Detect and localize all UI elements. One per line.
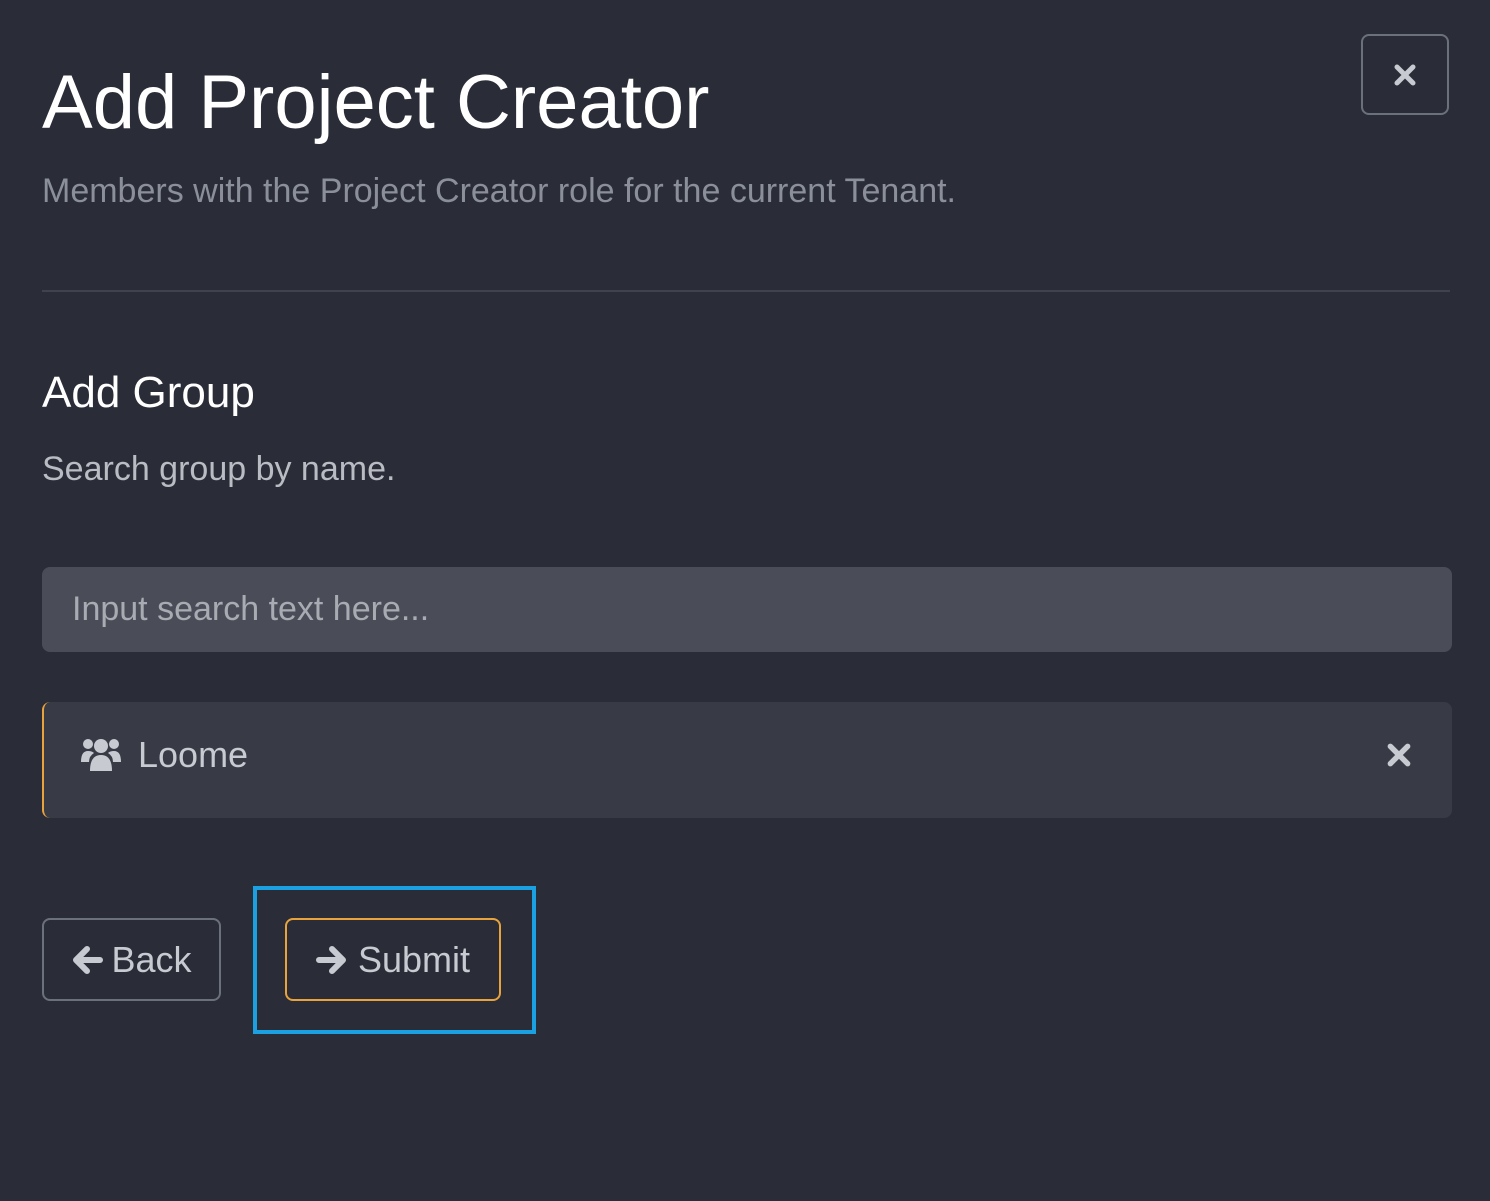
section-hint: Search group by name.	[42, 450, 396, 488]
remove-group-button[interactable]	[1384, 740, 1414, 770]
group-search-input[interactable]	[42, 567, 1452, 652]
back-button[interactable]: Back	[42, 918, 221, 1001]
submit-button-label: Submit	[357, 938, 471, 980]
header-divider	[42, 290, 1450, 292]
submit-button[interactable]: Submit	[285, 918, 501, 1001]
page-title: Add Project Creator	[42, 60, 710, 145]
selected-group-item: Loome	[42, 702, 1452, 818]
close-icon	[1384, 742, 1414, 768]
back-button-label: Back	[111, 938, 192, 980]
arrow-right-icon	[315, 945, 348, 975]
page-subtitle: Members with the Project Creator role fo…	[42, 172, 956, 210]
section-title: Add Group	[42, 368, 255, 417]
users-icon	[80, 736, 122, 772]
close-icon	[1393, 63, 1417, 87]
arrow-left-icon	[71, 945, 104, 975]
group-name: Loome	[138, 734, 249, 775]
close-button[interactable]	[1361, 34, 1449, 115]
